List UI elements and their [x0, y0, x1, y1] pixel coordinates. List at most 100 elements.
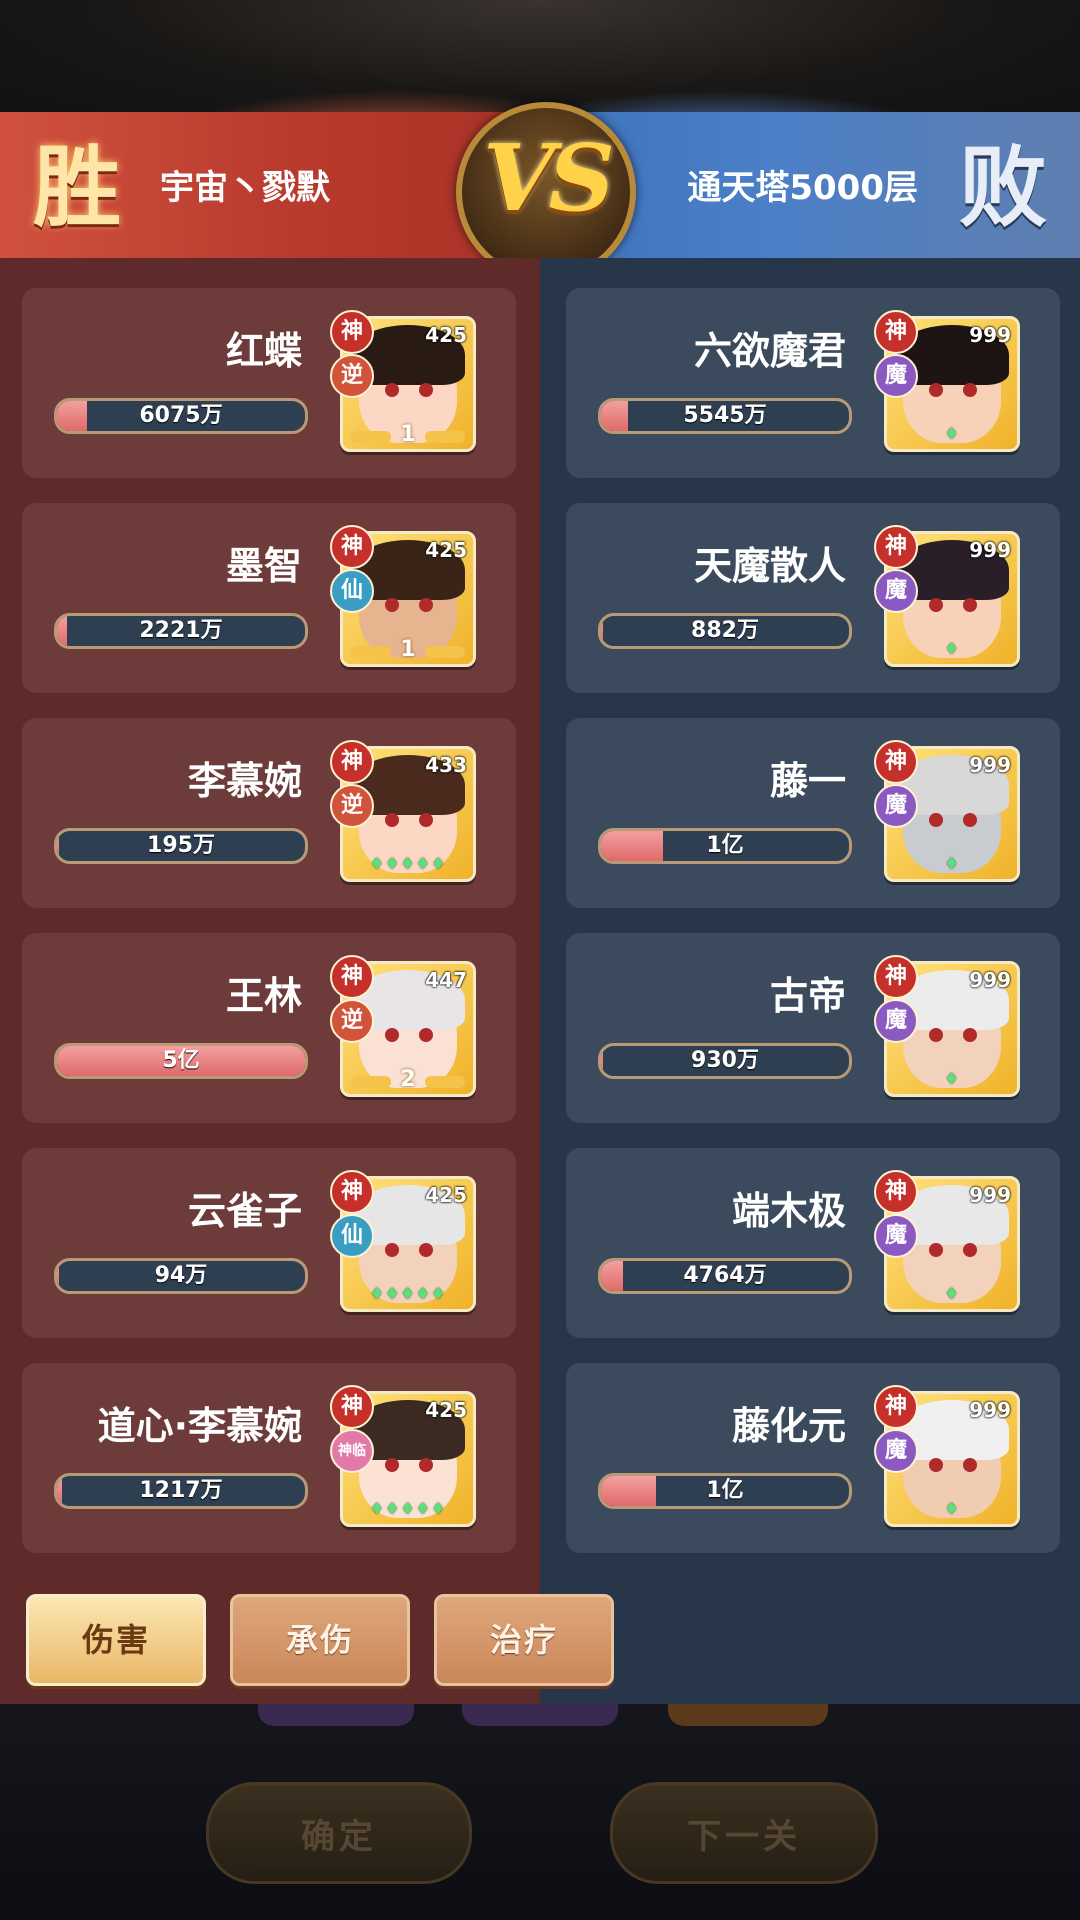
hero-name: 墨智 [225, 544, 302, 588]
hero-eye [419, 383, 433, 397]
damage-bar: 1亿 [598, 1473, 852, 1509]
hero-eye [419, 1028, 433, 1042]
divine-badge: 神 [874, 1170, 918, 1214]
hero-card[interactable]: 古帝 930万 999 ♦ 神魔 [566, 933, 1060, 1123]
damage-value: 5亿 [162, 1048, 200, 1073]
hero-card[interactable]: 李慕婉 195万 433 ♦♦♦♦♦ 神逆 [22, 718, 516, 908]
damage-value: 1亿 [706, 1478, 744, 1503]
damage-bar: 94万 [54, 1258, 308, 1294]
faction-badge: 逆 [330, 354, 374, 398]
defeat-label: 败 [958, 135, 1047, 239]
hero-name: 古帝 [769, 974, 846, 1018]
hero-eye [929, 1028, 943, 1042]
hero-card[interactable]: 天魔散人 882万 999 ♦ 神魔 [566, 503, 1060, 693]
hero-card[interactable]: 墨智 2221万 425 1 神仙 [22, 503, 516, 693]
divine-badge: 神 [330, 310, 374, 354]
faction-badge: 魔 [874, 999, 918, 1043]
damage-value: 5545万 [683, 403, 767, 428]
hero-eye [385, 1243, 399, 1257]
damage-bar: 6075万 [54, 398, 308, 434]
hero-level: 999 [969, 968, 1011, 992]
hero-name: 藤化元 [731, 1404, 846, 1448]
hero-level: 999 [969, 323, 1011, 347]
divine-badge: 神 [330, 740, 374, 784]
vs-text: VS [483, 124, 615, 232]
divine-badge: 神 [874, 955, 918, 999]
hero-eye [419, 598, 433, 612]
hero-eye [385, 813, 399, 827]
hero-eye [963, 1458, 977, 1472]
hero-card[interactable]: 六欲魔君 5545万 999 ♦ 神魔 [566, 288, 1060, 478]
hero-eye [963, 1243, 977, 1257]
hero-eye [963, 598, 977, 612]
damage-bar: 882万 [598, 613, 852, 649]
hero-eye [385, 1458, 399, 1472]
rank-number: 1 [400, 422, 416, 447]
hero-eye [419, 1243, 433, 1257]
hero-card[interactable]: 藤一 1亿 999 ♦ 神魔 [566, 718, 1060, 908]
damage-value: 882万 [691, 618, 759, 643]
hero-level: 447 [425, 968, 467, 992]
hero-eye [419, 813, 433, 827]
hero-card[interactable]: 藤化元 1亿 999 ♦ 神魔 [566, 1363, 1060, 1553]
next-level-button[interactable]: 下一关 [610, 1782, 878, 1884]
hero-name: 红蝶 [225, 329, 302, 373]
hero-eye [929, 1243, 943, 1257]
hero-level: 999 [969, 538, 1011, 562]
tab-healing[interactable]: 治疗 [434, 1594, 614, 1686]
hero-eye [419, 1458, 433, 1472]
faction-badge: 逆 [330, 999, 374, 1043]
damage-value: 195万 [147, 833, 215, 858]
divine-badge: 神 [874, 525, 918, 569]
divine-badge: 神 [330, 955, 374, 999]
star-level: ♦♦♦♦♦ [369, 1499, 447, 1518]
damage-value: 94万 [154, 1263, 208, 1288]
hero-eye [963, 813, 977, 827]
damage-bar: 2221万 [54, 613, 308, 649]
hero-eye [929, 813, 943, 827]
confirm-button[interactable]: 确定 [206, 1782, 472, 1884]
star-level: ♦ [944, 1069, 960, 1088]
hero-card[interactable]: 道心·李慕婉 1217万 425 ♦♦♦♦♦ 神神临 [22, 1363, 516, 1553]
divine-badge: 神 [874, 740, 918, 784]
damage-bar: 5545万 [598, 398, 852, 434]
hero-level: 425 [425, 1398, 467, 1422]
divine-badge: 神 [874, 1385, 918, 1429]
rank-number: 1 [400, 637, 416, 662]
hero-level: 425 [425, 1183, 467, 1207]
tab-damage-taken[interactable]: 承伤 [230, 1594, 410, 1686]
vs-emblem: VS [456, 102, 636, 282]
divine-badge: 神 [874, 310, 918, 354]
damage-value: 2221万 [139, 618, 223, 643]
damage-bar: 4764万 [598, 1258, 852, 1294]
hero-eye [385, 1028, 399, 1042]
hero-name: 天魔散人 [693, 544, 846, 588]
rank-number: 2 [400, 1067, 416, 1092]
hero-name: 道心·李慕婉 [97, 1404, 302, 1448]
hero-eye [929, 1458, 943, 1472]
hero-level: 425 [425, 538, 467, 562]
victory-label: 胜 [32, 135, 121, 239]
star-level: ♦ [944, 639, 960, 658]
hero-name: 李慕婉 [187, 759, 302, 803]
hero-card[interactable]: 端木极 4764万 999 ♦ 神魔 [566, 1148, 1060, 1338]
divine-badge: 神 [330, 1170, 374, 1214]
hero-eye [963, 383, 977, 397]
battle-result-header: 胜 宇宙丶戮默 通天塔5000层 败 VS [0, 90, 1080, 282]
hero-card[interactable]: 云雀子 94万 425 ♦♦♦♦♦ 神仙 [22, 1148, 516, 1338]
hero-name: 六欲魔君 [693, 329, 846, 373]
star-level: ♦ [944, 1284, 960, 1303]
hero-level: 999 [969, 753, 1011, 777]
hero-eye [385, 383, 399, 397]
hero-card[interactable]: 红蝶 6075万 425 1 神逆 [22, 288, 516, 478]
damage-bar: 1217万 [54, 1473, 308, 1509]
hero-level: 425 [425, 323, 467, 347]
damage-bar: 930万 [598, 1043, 852, 1079]
hero-card[interactable]: 王林 5亿 447 2 神逆 [22, 933, 516, 1123]
faction-badge: 魔 [874, 569, 918, 613]
damage-value: 6075万 [139, 403, 223, 428]
damage-value: 1亿 [706, 833, 744, 858]
faction-badge: 魔 [874, 1214, 918, 1258]
hero-name: 云雀子 [187, 1189, 302, 1233]
tab-damage[interactable]: 伤害 [26, 1594, 206, 1686]
